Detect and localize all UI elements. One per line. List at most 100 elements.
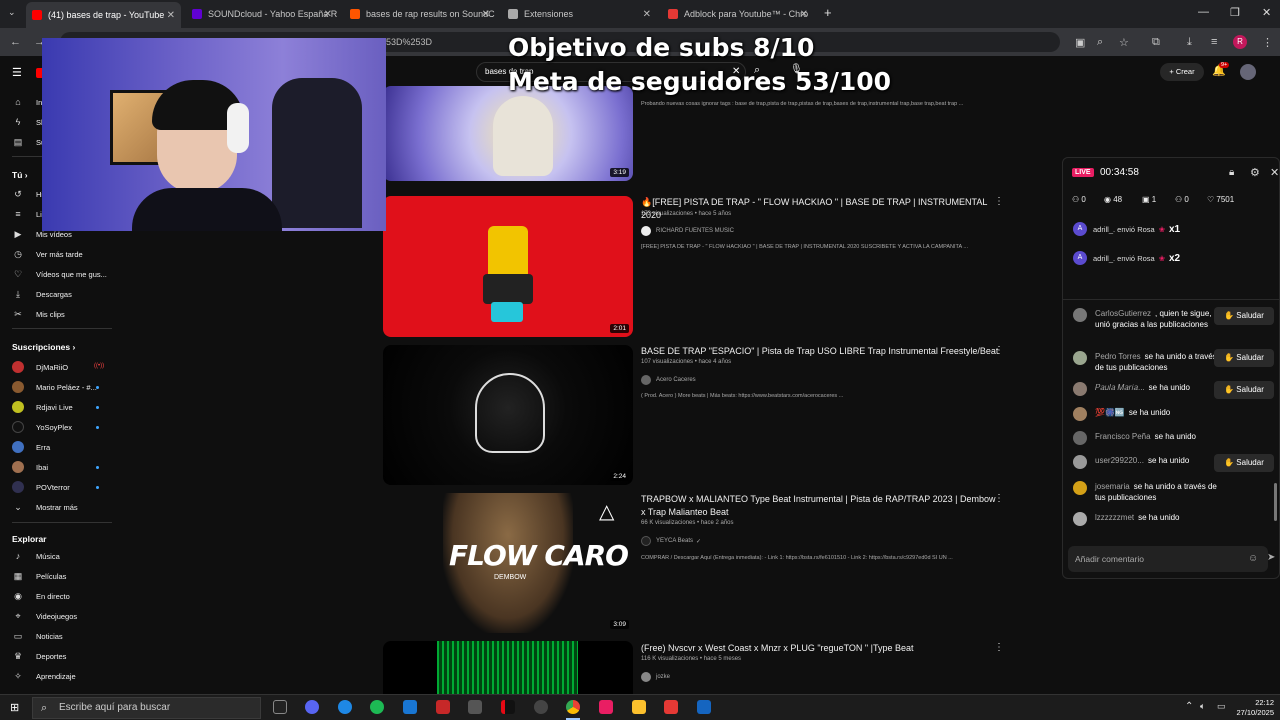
app-icon[interactable] <box>468 700 482 714</box>
extensions-icon[interactable]: ⧉ <box>1152 36 1160 49</box>
subscription-item[interactable]: DjMaRiiO <box>12 359 68 375</box>
network-icon[interactable]: ▭ <box>1217 701 1226 712</box>
windows-start-icon[interactable]: ⊞ <box>10 701 19 714</box>
tab-extensions[interactable]: Extensiones ✕ <box>502 4 657 24</box>
saludar-button[interactable]: ✋ Saludar <box>1214 349 1274 367</box>
sidebar-item-learning[interactable]: ✧ Aprendizaje <box>12 668 75 684</box>
system-tray-chevron-icon[interactable]: ⌃ <box>1185 701 1193 712</box>
send-icon[interactable]: ➤ <box>1267 552 1275 563</box>
scrollbar[interactable] <box>1274 483 1277 521</box>
close-tab-icon[interactable]: ✕ <box>482 9 490 20</box>
app-shield-icon[interactable] <box>697 700 711 714</box>
zoom-icon[interactable]: ⌕ <box>1097 36 1103 49</box>
sidebar-item-live[interactable]: ◉ En directo <box>12 588 70 604</box>
volume-icon[interactable]: 🔈︎ <box>1200 701 1205 712</box>
video-thumbnail[interactable] <box>383 641 633 694</box>
tab-adblock[interactable]: Adblock para Youtube™ - Chro ✕ <box>662 4 814 24</box>
more-options-icon[interactable]: ⋮ <box>994 345 1004 356</box>
hamburger-menu-icon[interactable]: ☰ <box>12 66 22 79</box>
tab-yahoo[interactable]: SOUNDcloud - Yahoo España R ✕ <box>186 4 338 24</box>
sidebar-item-home[interactable]: ⌂ In <box>12 94 42 110</box>
sidebar-item-movies[interactable]: ▦ Películas <box>12 568 67 584</box>
cast-icon[interactable]: ▣ <box>1075 36 1085 49</box>
edge-icon[interactable] <box>338 700 352 714</box>
netflix-icon[interactable] <box>501 700 515 714</box>
chrome-icon[interactable] <box>566 700 580 714</box>
back-icon[interactable]: ← <box>10 36 21 48</box>
sidebar-item-playlists[interactable]: ≡Listas <box>12 206 42 222</box>
media-control-icon[interactable]: ≡ <box>1211 36 1217 48</box>
epic-games-icon[interactable] <box>273 700 287 714</box>
video-thumbnail[interactable]: 3:19 <box>383 86 633 181</box>
close-tab-icon[interactable]: ✕ <box>324 9 332 20</box>
sidebar-item-liked[interactable]: ♡ Vídeos que me gus... <box>12 266 107 282</box>
app-icon[interactable] <box>664 700 678 714</box>
lock-icon[interactable]: 🔒︎ <box>1229 167 1234 178</box>
channel-link[interactable]: YEYCA Beats ✓ <box>641 536 701 546</box>
sidebar-item-sports[interactable]: ♛ Deportes <box>12 648 66 664</box>
settings-gear-icon[interactable]: ⚙ <box>1250 166 1260 179</box>
saludar-button[interactable]: ✋ Saludar <box>1214 381 1274 399</box>
more-options-icon[interactable]: ⋮ <box>994 642 1004 653</box>
spotify-icon[interactable] <box>370 700 384 714</box>
subscription-item[interactable]: Mario Peláez - #... <box>12 379 97 395</box>
sidebar-item-downloads[interactable]: ⤓ Descargas <box>12 286 72 302</box>
subscription-item[interactable]: Ibai <box>12 459 48 475</box>
more-options-icon[interactable]: ⋮ <box>994 196 1004 207</box>
close-tab-icon[interactable]: ✕ <box>167 10 175 21</box>
sidebar-item-news[interactable]: ▭ Noticias <box>12 628 63 644</box>
show-more-button[interactable]: ⌄ Mostrar más <box>12 499 77 515</box>
video-title[interactable]: BASE DE TRAP "ESPACIO" | Pista de Trap U… <box>641 345 1001 358</box>
app-red-icon[interactable] <box>436 700 450 714</box>
app-icon[interactable] <box>632 700 646 714</box>
close-panel-icon[interactable]: ✕ <box>1270 166 1279 179</box>
new-tab-icon[interactable]: + <box>824 5 832 20</box>
window-close-icon[interactable]: ✕ <box>1262 6 1271 19</box>
bookmark-star-icon[interactable]: ☆ <box>1119 36 1129 49</box>
profile-avatar[interactable]: R <box>1233 35 1247 49</box>
video-title[interactable]: TRAPBOW x MALIANTEO Type Beat Instrument… <box>641 493 1001 519</box>
video-title[interactable]: 🔥[FREE] PISTA DE TRAP - " FLOW HACKIAO "… <box>641 196 1001 222</box>
browser-menu-icon[interactable]: ⋮ <box>1262 36 1273 49</box>
app-icon[interactable] <box>403 700 417 714</box>
download-icon[interactable]: ⤓ <box>1187 36 1192 49</box>
sidebar-item-music[interactable]: ♪ Música <box>12 548 60 564</box>
close-tab-icon[interactable]: ✕ <box>800 9 808 20</box>
video-thumbnail[interactable]: 2:24 <box>383 345 633 485</box>
saludar-button[interactable]: ✋ Saludar <box>1214 307 1274 325</box>
channel-link[interactable]: Acero Caceres <box>641 375 696 385</box>
taskbar-search-input[interactable]: ⌕ Escribe aquí para buscar <box>32 697 261 719</box>
sidebar-item-subscriptions[interactable]: ▤ Su <box>12 134 45 150</box>
create-button[interactable]: + Crear <box>1160 63 1204 81</box>
subscription-item[interactable]: YoSoyPlex <box>12 419 72 435</box>
tiktok-icon[interactable] <box>599 700 613 714</box>
subscriptions-heading[interactable]: Suscripciones › <box>12 342 75 352</box>
saludar-button[interactable]: ✋ Saludar <box>1214 454 1274 472</box>
you-heading[interactable]: Tú › <box>12 170 28 180</box>
discord-icon[interactable] <box>305 700 319 714</box>
subscription-item[interactable]: POVterror <box>12 479 70 495</box>
sidebar-item-gaming[interactable]: ⌖ Videojuegos <box>12 608 77 624</box>
channel-link[interactable]: jozke <box>641 672 670 682</box>
channel-link[interactable]: RICHARD FUENTES MUSIC <box>641 226 734 236</box>
subscription-item[interactable]: Erra <box>12 439 50 455</box>
close-tab-icon[interactable]: ✕ <box>643 9 651 20</box>
video-thumbnail[interactable]: 2:01 <box>383 196 633 337</box>
more-options-icon[interactable]: ⋮ <box>994 493 1004 504</box>
sidebar-item-history[interactable]: ↺Historial <box>12 186 42 202</box>
account-avatar[interactable] <box>1240 64 1256 80</box>
video-thumbnail[interactable]: FLOW CARO DEMBOW △ 3:09 <box>383 493 633 633</box>
sidebar-item-watch-later[interactable]: ◷ Ver más tarde <box>12 246 83 262</box>
steam-icon[interactable] <box>534 700 548 714</box>
subscription-item[interactable]: Rdjavi Live <box>12 399 73 415</box>
sidebar-item-clips[interactable]: ✂ Mis clips <box>12 306 65 322</box>
emoji-icon[interactable]: ☺ <box>1248 546 1258 572</box>
tab-soundcloud[interactable]: bases de rap results on SoundC ✕ <box>344 4 496 24</box>
video-title[interactable]: (Free) Nvscvr x West Coast x Mnzr x PLUG… <box>641 642 1001 655</box>
tab-youtube[interactable]: (41) bases de trap - YouTube ✕ <box>26 2 181 28</box>
minimize-icon[interactable]: — <box>1198 6 1209 18</box>
restore-icon[interactable]: ❐ <box>1230 6 1240 19</box>
comment-input[interactable]: Añadir comentario ☺ <box>1068 546 1268 572</box>
sidebar-item-shorts[interactable]: ϟ Sh <box>12 114 46 130</box>
tab-search-chevron-icon[interactable]: ⌄ <box>8 7 16 18</box>
